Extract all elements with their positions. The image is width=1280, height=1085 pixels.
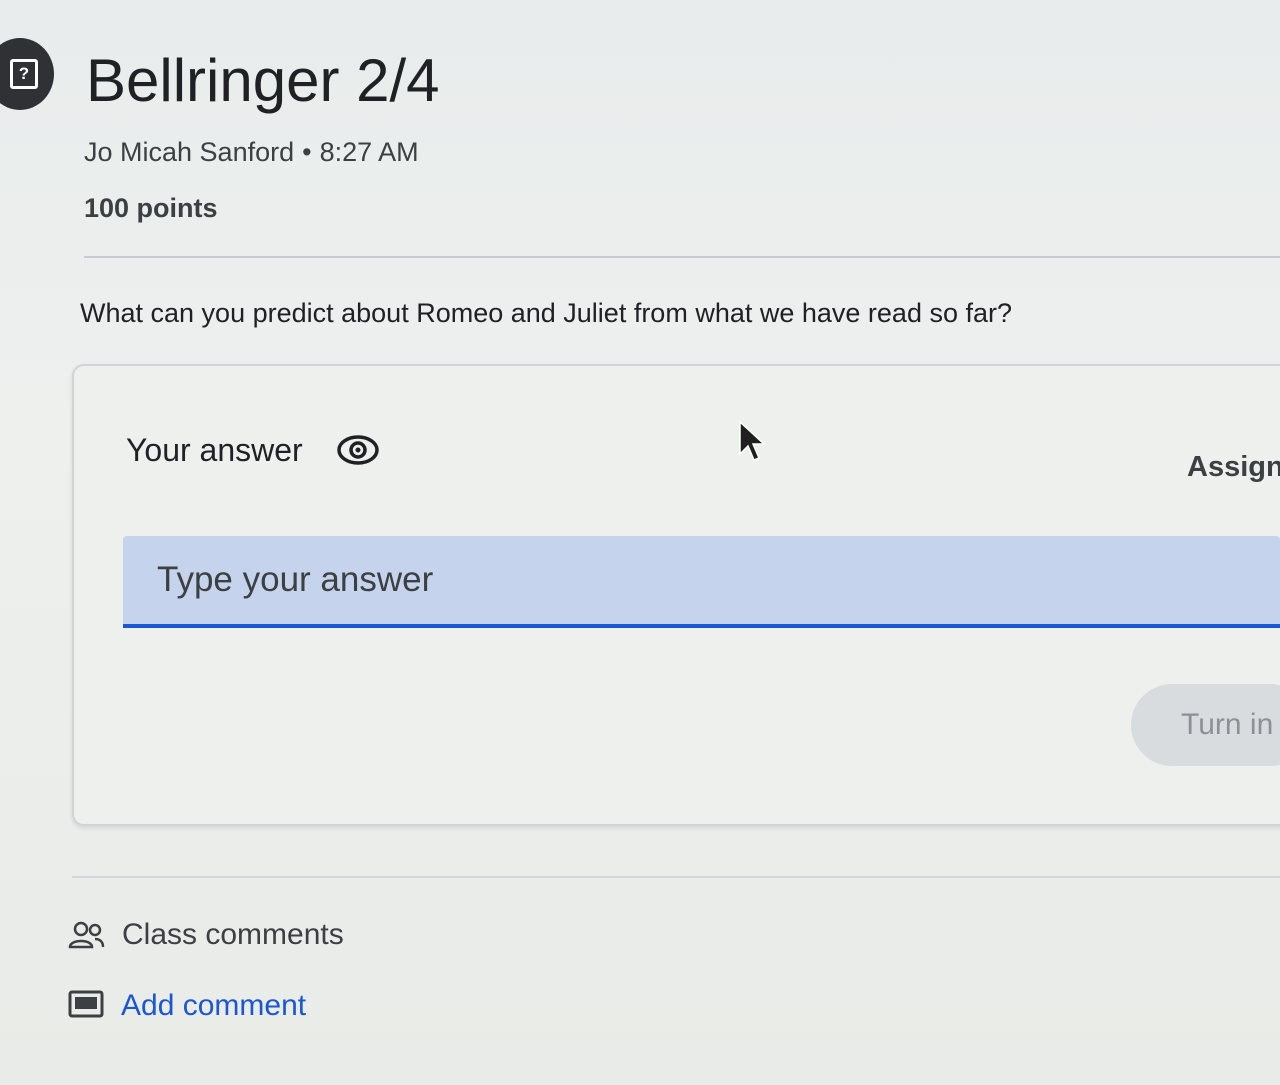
header-divider xyxy=(84,256,1280,258)
people-icon xyxy=(68,921,105,949)
answer-input[interactable] xyxy=(123,536,1280,628)
assignment-meta: Jo Micah Sanford • 8:27 AM xyxy=(84,134,419,170)
question-mark-icon: ? xyxy=(10,59,38,89)
points-label: 100 points xyxy=(84,193,218,223)
question-text: What can you predict about Romeo and Jul… xyxy=(80,298,1013,328)
turn-in-button[interactable]: Turn in xyxy=(1131,684,1280,766)
your-answer-heading: Your answer xyxy=(126,432,303,468)
add-comment-link[interactable]: Add comment xyxy=(121,987,306,1025)
post-time: 8:27 AM xyxy=(319,137,419,167)
comment-icon[interactable] xyxy=(68,990,104,1020)
assignment-title: Bellringer 2/4 xyxy=(86,47,440,114)
comments-divider xyxy=(72,876,1280,878)
eye-icon[interactable] xyxy=(336,433,380,467)
class-comments-heading: Class comments xyxy=(122,918,344,951)
mouse-pointer-icon xyxy=(739,420,766,461)
assignment-status: Assign xyxy=(1187,451,1280,483)
meta-separator: • xyxy=(302,137,312,167)
author-name: Jo Micah Sanford xyxy=(84,137,295,167)
